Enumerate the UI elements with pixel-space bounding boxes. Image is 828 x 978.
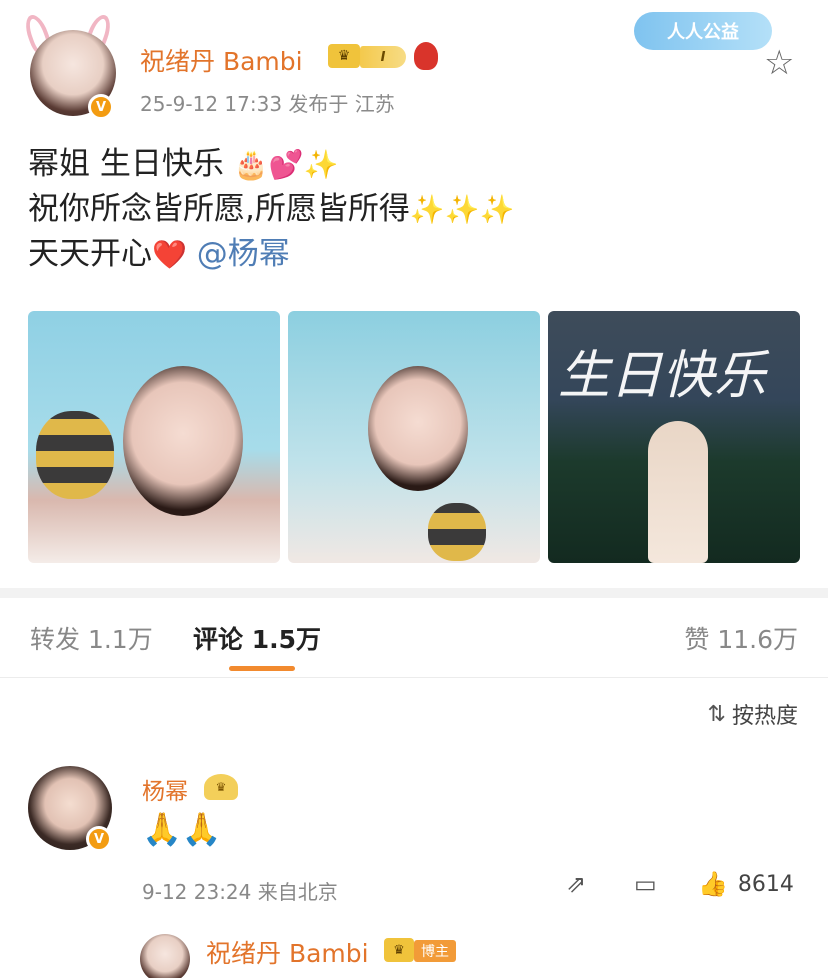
- bee-plush-image: [428, 503, 486, 561]
- comment-icon: ▭: [634, 870, 657, 898]
- charity-badge[interactable]: 人人公益: [634, 12, 772, 50]
- share-icon: ⇗: [566, 870, 587, 898]
- post-photo-3[interactable]: 生日快乐: [548, 311, 800, 563]
- mention-link[interactable]: @杨幂: [197, 236, 290, 272]
- portrait-image: [123, 366, 243, 516]
- verified-v-icon: V: [86, 826, 112, 852]
- post-line: 天天开心❤️ @杨幂: [28, 236, 290, 272]
- vip-level-badge[interactable]: I: [360, 46, 406, 68]
- reply-author[interactable]: 祝绪丹 Bambi: [206, 934, 369, 970]
- comment-time: 9-12 23:24: [142, 880, 252, 904]
- post-location: 发布于 江苏: [288, 92, 395, 116]
- tab-repost[interactable]: 转发 1.1万: [30, 620, 153, 656]
- sort-icon: ⇅: [707, 701, 726, 727]
- section-divider: [0, 588, 828, 598]
- vip-crown-icon[interactable]: ♛: [384, 938, 414, 962]
- post-photo-2[interactable]: [288, 311, 540, 563]
- reply-button[interactable]: ▭: [634, 870, 657, 898]
- share-button[interactable]: ⇗: [566, 870, 586, 898]
- blogger-badge: 博主: [414, 940, 456, 962]
- vip-crown-icon[interactable]: ♛: [204, 774, 238, 800]
- comment-location: 来自北京: [257, 880, 338, 904]
- post-line: 祝你所念皆所愿,所愿皆所得✨✨✨: [28, 191, 515, 227]
- post-timestamp: 25-9-12 17:33: [140, 92, 283, 116]
- sort-label: 按热度: [731, 704, 798, 729]
- comment-body: 🙏🙏: [142, 810, 222, 848]
- dress-figure-image: [648, 421, 708, 563]
- mascot-icon[interactable]: [414, 42, 438, 70]
- thumbs-up-icon: 👍: [698, 870, 728, 898]
- bee-plush-image: [36, 411, 114, 499]
- heart-emoji-icon: ❤️: [152, 238, 187, 271]
- post-line: 幂姐 生日快乐 🎂💕✨: [28, 146, 339, 182]
- like-button[interactable]: 👍 8614: [698, 870, 794, 898]
- reply-avatar[interactable]: [140, 934, 190, 978]
- birthday-script-text: 生日快乐: [558, 346, 767, 406]
- verified-v-icon: V: [88, 94, 114, 120]
- active-tab-indicator: [229, 666, 295, 671]
- weibo-post: V 祝绪丹 Bambi ♛ I 25-9-12 17:33 发布于 江苏 人人公…: [0, 0, 828, 588]
- comment-author[interactable]: 杨幂: [142, 772, 188, 806]
- portrait-image: [368, 366, 468, 491]
- favorite-star-icon[interactable]: ☆: [764, 46, 794, 80]
- tab-likes[interactable]: 赞 11.6万: [684, 620, 798, 656]
- comment-meta: 9-12 23:24 来自北京: [142, 876, 338, 905]
- post-meta: 25-9-12 17:33 发布于 江苏: [140, 88, 395, 117]
- tab-comments[interactable]: 评论 1.5万: [193, 620, 321, 656]
- like-count: 8614: [737, 871, 794, 897]
- cake-emoji-icon: 🎂💕✨: [233, 148, 339, 181]
- author-name[interactable]: 祝绪丹 Bambi: [140, 42, 303, 78]
- sparkles-emoji-icon: ✨✨✨: [409, 193, 515, 226]
- interaction-tabs: 转发 1.1万 评论 1.5万 赞 11.6万: [0, 598, 828, 678]
- post-body: 幂姐 生日快乐 🎂💕✨ 祝你所念皆所愿,所愿皆所得✨✨✨ 天天开心❤️ @杨幂: [28, 142, 514, 277]
- sort-toggle[interactable]: ⇅ 按热度: [708, 698, 798, 730]
- vip-crown-icon[interactable]: ♛: [328, 44, 360, 68]
- post-photo-1[interactable]: [28, 311, 280, 563]
